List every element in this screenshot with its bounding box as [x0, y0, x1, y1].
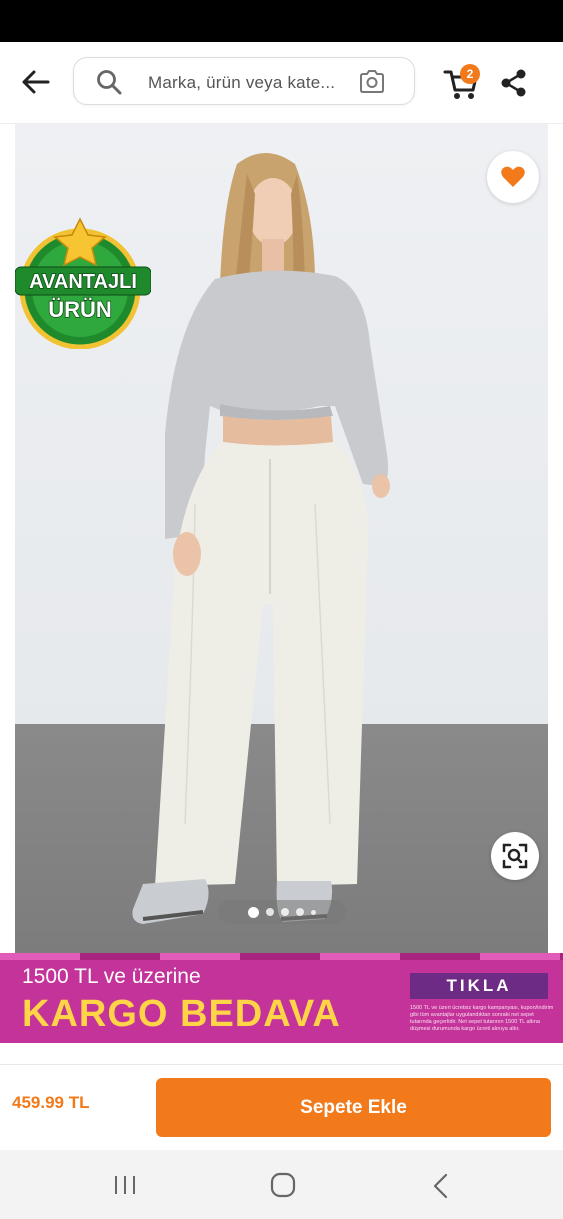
- badge-line2: ÜRÜN: [48, 297, 112, 322]
- banner-headline: KARGO BEDAVA: [22, 993, 341, 1035]
- home-icon[interactable]: [268, 1170, 298, 1200]
- search-icon: [97, 70, 122, 95]
- add-to-cart-button[interactable]: Sepete Ekle: [156, 1078, 551, 1137]
- visual-search-icon: [502, 843, 528, 869]
- search-placeholder: Marka, ürün veya kate...: [148, 73, 336, 92]
- banner-fine-print: 1500 TL ve üzeri ücretsiz kargo kampanya…: [410, 1005, 554, 1032]
- search-input[interactable]: Marka, ürün veya kate...: [73, 57, 415, 105]
- pager-dot[interactable]: [296, 908, 304, 916]
- free-shipping-banner[interactable]: 1500 TL ve üzerine KARGO BEDAVA TIKLA 15…: [0, 953, 563, 1043]
- product-image-gallery[interactable]: AVANTAJLI ÜRÜN: [15, 124, 548, 954]
- bottom-purchase-bar: 459.99 TL Sepete Ekle: [0, 1064, 563, 1150]
- cart-count-badge: 2: [460, 64, 480, 84]
- advantage-product-badge: AVANTAJLI ÜRÜN: [15, 217, 152, 350]
- product-price: 459.99 TL: [12, 1093, 90, 1112]
- back-button[interactable]: [18, 64, 54, 100]
- heart-icon: [501, 166, 525, 187]
- recents-icon[interactable]: [110, 1174, 140, 1196]
- banner-stripe: [0, 953, 563, 960]
- pager-dot[interactable]: [311, 909, 316, 915]
- image-pager[interactable]: [218, 900, 346, 924]
- pager-dot[interactable]: [248, 906, 259, 918]
- status-bar: [0, 0, 563, 42]
- visual-search-button[interactable]: [491, 832, 539, 880]
- banner-line1: 1500 TL ve üzerine: [22, 965, 201, 988]
- pager-dot[interactable]: [266, 908, 274, 916]
- favorite-button[interactable]: [487, 151, 539, 203]
- nav-back-icon[interactable]: [428, 1172, 454, 1200]
- badge-line1: AVANTAJLI: [29, 271, 137, 293]
- camera-icon[interactable]: [358, 69, 386, 95]
- system-nav-bar: [0, 1150, 563, 1219]
- pager-dot[interactable]: [281, 908, 289, 916]
- share-icon[interactable]: [500, 68, 528, 98]
- back-arrow-icon: [22, 70, 50, 94]
- banner-cta-button[interactable]: TIKLA: [410, 973, 548, 999]
- top-bar: Marka, ürün veya kate... 2: [0, 42, 563, 124]
